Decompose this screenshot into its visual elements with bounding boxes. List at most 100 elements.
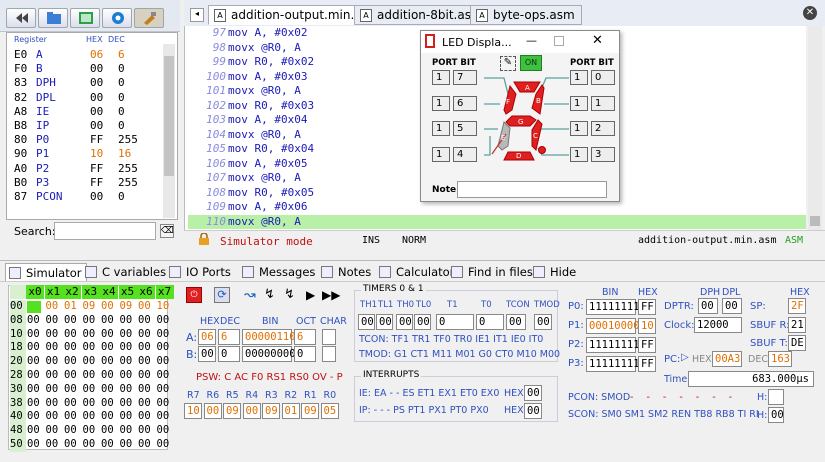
b-hex[interactable]: 00	[198, 346, 216, 362]
open-folder-icon[interactable]	[38, 8, 68, 28]
port-select[interactable]: 1	[432, 147, 450, 162]
memory-cell[interactable]: 00	[64, 410, 77, 424]
memory-cell[interactable]: 00	[46, 410, 59, 424]
minimize-icon[interactable]: —	[526, 34, 537, 47]
register-r-value[interactable]: 05	[320, 403, 339, 419]
bit-select[interactable]: 0	[591, 70, 615, 85]
memory-cell[interactable]: 00	[83, 397, 96, 411]
register-row[interactable]: B0 P3 FF 255	[14, 176, 164, 190]
on-toggle[interactable]: ON	[520, 55, 542, 71]
port-bin-value[interactable]: 11111111	[586, 299, 640, 315]
register-row[interactable]: E0 A 06 6	[14, 48, 164, 62]
bit-select[interactable]: 6	[453, 96, 477, 111]
memory-cell[interactable]: 00	[46, 314, 59, 328]
tab-cvar[interactable]: C variables	[82, 263, 170, 281]
memory-cell[interactable]: 00	[120, 424, 133, 438]
memory-cell[interactable]: 00	[101, 341, 114, 355]
memory-cell[interactable]: 00	[101, 369, 114, 383]
memory-cell[interactable]: 00	[46, 328, 59, 342]
register-row[interactable]: 83 DPH 00 0	[14, 76, 164, 90]
b-oct[interactable]: 0	[294, 346, 316, 362]
memory-cell[interactable]: 00	[120, 328, 133, 342]
b-bin[interactable]: 00000000	[242, 346, 296, 362]
a-bin[interactable]: 00000110	[242, 329, 296, 345]
memory-cell[interactable]: 00	[101, 314, 114, 328]
memory-cell[interactable]: 00	[157, 314, 170, 328]
memory-cell[interactable]: 00	[157, 328, 170, 342]
run-fast-button[interactable]: ▶▶	[322, 288, 340, 302]
memory-cell[interactable]: 00	[120, 341, 133, 355]
step-over-button[interactable]: ↝	[244, 287, 256, 303]
memory-cell[interactable]: 00	[46, 397, 59, 411]
reset-button[interactable]: ⟳	[214, 287, 230, 303]
note-input[interactable]	[457, 181, 607, 198]
memory-cell[interactable]: 00	[46, 438, 59, 452]
tab-calc[interactable]: Calculator	[376, 263, 458, 281]
memory-row[interactable]: 30 00 00 00 00 00 00 00 00	[10, 382, 169, 397]
memory-cell[interactable]: 00	[83, 383, 96, 397]
dpl-value[interactable]: 00	[722, 298, 742, 314]
port-hex-value[interactable]: FF	[638, 356, 656, 372]
clock-value[interactable]: 12000	[694, 317, 742, 333]
memory-cell[interactable]: 00	[157, 369, 170, 383]
memory-cell[interactable]: 00	[27, 397, 40, 411]
memory-cell[interactable]: 00	[138, 383, 151, 397]
memory-cell[interactable]: 00	[64, 369, 77, 383]
memory-cell[interactable]: 00	[101, 328, 114, 342]
bit-select[interactable]: 1	[591, 96, 615, 111]
register-r-value[interactable]: 10	[184, 403, 202, 419]
memory-cell[interactable]: 00	[120, 438, 133, 452]
memory-row[interactable]: 40 00 00 00 00 00 00 00 00	[10, 410, 169, 425]
register-row[interactable]: A0 P2 FF 255	[14, 162, 164, 176]
register-row[interactable]: 90 P1 10 16	[14, 147, 164, 161]
memory-cell[interactable]: 09	[120, 300, 133, 314]
a-oct[interactable]: 6	[294, 329, 316, 345]
memory-cell[interactable]: 00	[157, 397, 170, 411]
memory-cell[interactable]: 00	[120, 314, 133, 328]
memory-cell[interactable]: 00	[138, 328, 151, 342]
ip-value[interactable]: 00	[524, 403, 542, 419]
memory-cell[interactable]: 01	[64, 300, 77, 314]
memory-cell[interactable]: 00	[64, 341, 77, 355]
memory-cell[interactable]: 00	[101, 300, 114, 314]
register-r-value[interactable]: 09	[223, 403, 241, 419]
memory-cell[interactable]: 00	[27, 314, 40, 328]
step-out-button[interactable]: ↯	[284, 287, 295, 302]
memory-cell[interactable]: 00	[46, 341, 59, 355]
port-hex-value[interactable]: FF	[638, 337, 656, 353]
maximize-icon[interactable]	[554, 36, 564, 46]
code-line[interactable]: 110 movx @R0, A	[188, 214, 806, 229]
memory-cell[interactable]: 00	[157, 438, 170, 452]
memory-cell[interactable]: 00	[157, 410, 170, 424]
register-r-value[interactable]: 00	[242, 403, 261, 419]
tab-note[interactable]: Notes	[318, 263, 375, 281]
timer-value[interactable]: 00	[376, 314, 393, 330]
a-dec[interactable]: 6	[218, 329, 240, 345]
memory-row[interactable]: 28 00 00 00 00 00 00 00 00	[10, 369, 169, 383]
memory-cell[interactable]: 00	[64, 397, 77, 411]
memory-cell[interactable]: 00	[138, 438, 151, 452]
register-row[interactable]: 80 P0 FF 255	[14, 133, 164, 147]
time-value[interactable]: 683.000µs	[688, 371, 814, 387]
memory-cell[interactable]: 00	[27, 383, 40, 397]
b-dec[interactable]: 0	[218, 346, 240, 362]
memory-row[interactable]: 20 00 00 00 00 00 00 00 00	[10, 355, 169, 369]
memory-cell[interactable]: 00	[138, 410, 151, 424]
memory-cell[interactable]: 00	[101, 397, 114, 411]
memory-cell[interactable]: 00	[157, 341, 170, 355]
memory-cell[interactable]: 00	[27, 328, 40, 342]
memory-cell[interactable]: 00	[138, 341, 151, 355]
timer-value[interactable]: 00	[414, 314, 431, 330]
memory-row[interactable]: 08 00 00 00 00 00 00 00 00	[10, 313, 169, 328]
memory-cell[interactable]: 00	[46, 369, 59, 383]
dph-value[interactable]: 00	[698, 298, 718, 314]
tab-io[interactable]: IO Ports	[166, 263, 235, 281]
tab-msg[interactable]: Messages	[239, 263, 319, 281]
port-hex-value[interactable]: 10	[638, 318, 656, 334]
register-row[interactable]: A8 IE 00 0	[14, 105, 164, 119]
memory-cell[interactable]: 00	[83, 355, 96, 369]
sp-value[interactable]: 2F	[788, 298, 806, 314]
timer-value[interactable]: 00	[358, 314, 375, 330]
timer-value[interactable]: 00	[506, 314, 526, 330]
memory-cell[interactable]: 00	[46, 300, 59, 314]
